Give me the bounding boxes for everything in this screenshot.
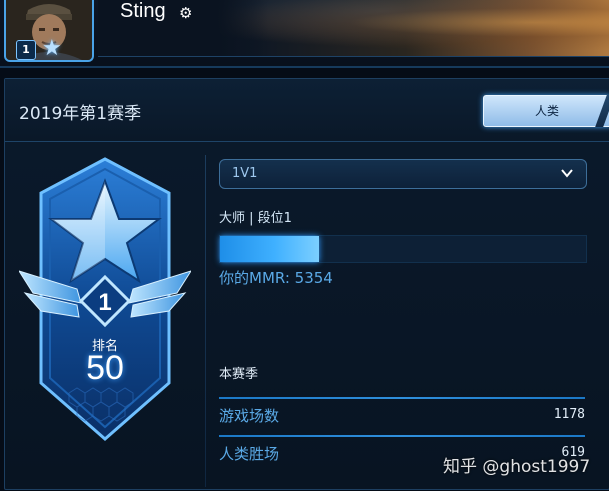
mode-select-value: 1V1	[232, 166, 258, 181]
rank-value: 50	[86, 349, 124, 387]
player-name: Sting	[120, 0, 166, 22]
mmr-text: 你的MMR: 5354	[219, 269, 333, 287]
stat-label: 游戏场数	[219, 407, 280, 425]
column-divider	[205, 155, 206, 487]
tab-race[interactable]: 人类	[483, 95, 609, 127]
season-header: 2019年第1赛季 人类	[5, 79, 609, 142]
league-text: 大师 | 段位1	[219, 211, 292, 226]
season-panel: 2019年第1赛季 人类 1 排名 50 1V1 大师 | 段位1 你的MMR:…	[4, 78, 609, 490]
star-icon: ★	[42, 36, 62, 61]
gear-icon[interactable]: ⚙	[179, 4, 192, 22]
svg-text:1: 1	[98, 289, 111, 316]
stat-value: 1178	[553, 407, 585, 422]
profile-banner: 1 ★ Sting ⚙	[0, 0, 609, 68]
master-league-emblem: 1	[19, 157, 191, 441]
level-badge: 1	[16, 40, 36, 60]
stats-title: 本赛季	[219, 367, 259, 382]
chevron-down-icon	[561, 169, 573, 178]
stat-row: 游戏场数 1178	[219, 397, 585, 433]
league-progress-fill	[220, 236, 319, 262]
player-portrait[interactable]: 1 ★	[4, 0, 94, 62]
season-title: 2019年第1赛季	[19, 104, 142, 124]
league-progress-bar	[219, 235, 587, 263]
stat-label: 人类胜场	[219, 445, 280, 463]
watermark: 知乎 @ghost1997	[443, 457, 591, 477]
mode-select[interactable]: 1V1	[219, 159, 587, 189]
